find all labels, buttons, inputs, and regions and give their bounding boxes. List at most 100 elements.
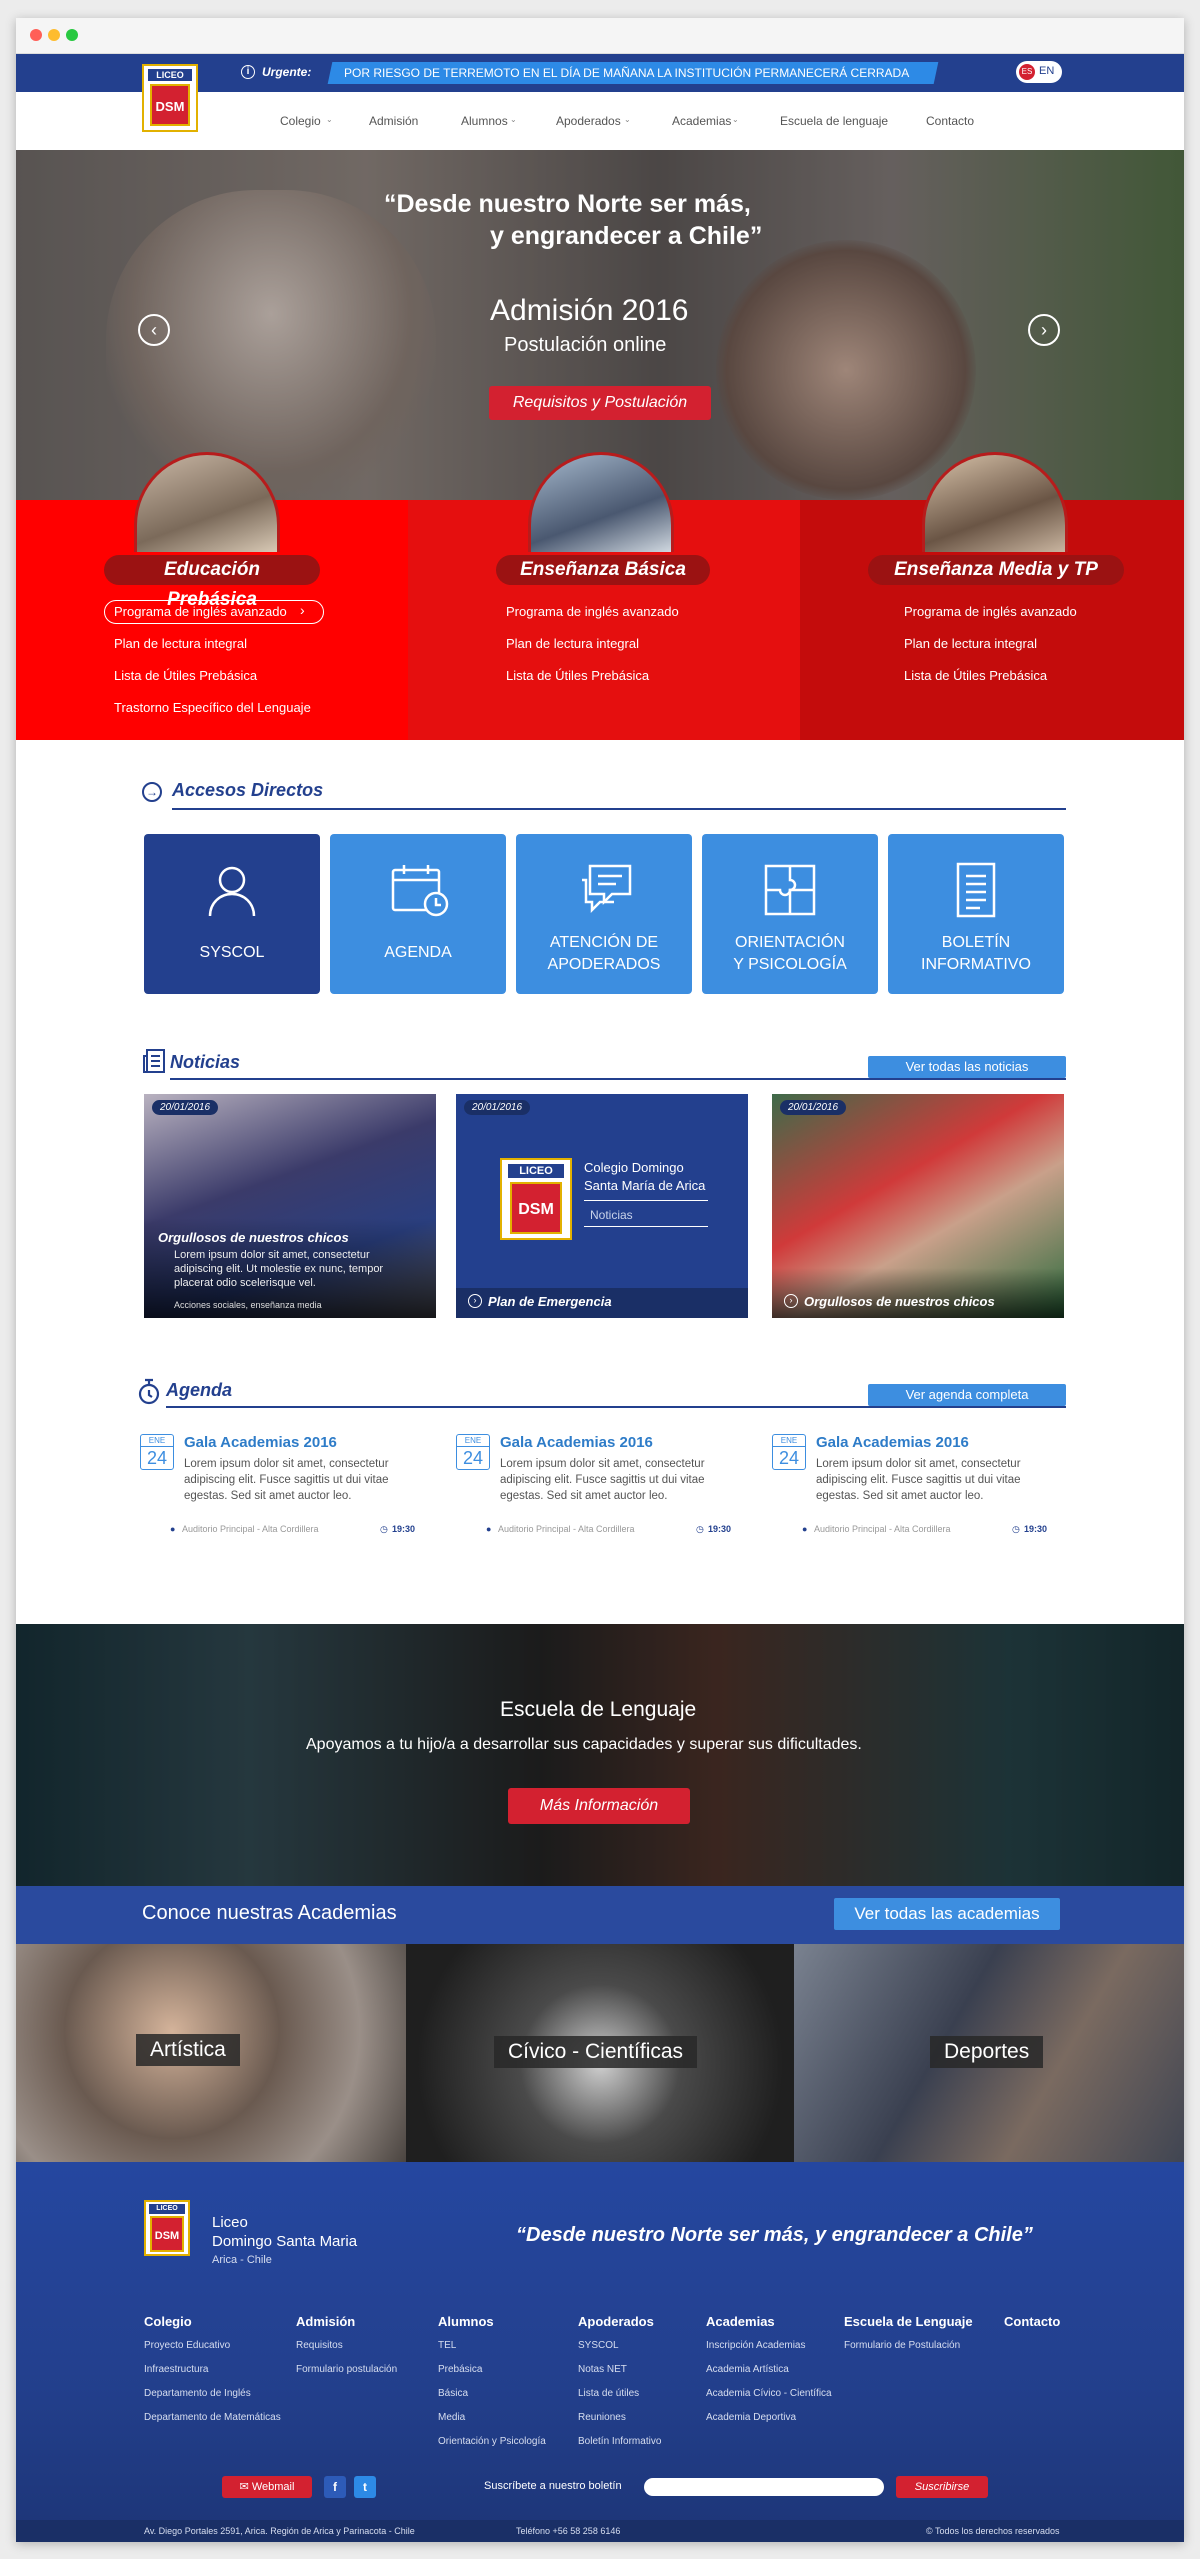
footer-link[interactable]: Reuniones [578, 2412, 626, 2423]
hero-cta-button[interactable]: Requisitos y Postulación [489, 386, 711, 420]
footer-link[interactable]: SYSCOL [578, 2340, 619, 2351]
tile-atencion-apoderados[interactable]: ATENCIÓN DE APODERADOS [516, 834, 692, 994]
footer-link[interactable]: TEL [438, 2340, 456, 2351]
academias-title: Conoce nuestras Academias [142, 1902, 397, 1924]
footer-column-title[interactable]: Contacto [1004, 2314, 1060, 2329]
slider-next-button[interactable]: › [1028, 314, 1060, 346]
news-section-label: Noticias [590, 1208, 633, 1222]
level-link[interactable]: Plan de lectura integral [506, 636, 639, 651]
footer-link[interactable]: Proyecto Educativo [144, 2340, 230, 2351]
button-label: Ver agenda completa [905, 1387, 1029, 1402]
footer-link[interactable]: Notas NET [578, 2364, 627, 2375]
level-link[interactable]: Lista de Útiles Prebásica [904, 668, 1047, 683]
news-card[interactable]: 20/01/2016 Orgullosos de nuestros chicos… [144, 1094, 436, 1318]
maximize-window-icon[interactable] [66, 29, 78, 41]
footer-link[interactable]: Formulario postulación [296, 2364, 397, 2375]
footer-link[interactable]: Departamento de Matemáticas [144, 2412, 281, 2423]
mas-informacion-button[interactable]: Más Información [508, 1788, 690, 1824]
minimize-window-icon[interactable] [48, 29, 60, 41]
news-card[interactable]: 20/01/2016 LICEO DSM Colegio Domingo San… [456, 1094, 748, 1318]
level-link[interactable]: Lista de Útiles Prebásica [506, 668, 649, 683]
tile-label: INFORMATIVO [921, 956, 1031, 973]
event-time: 19:30 [1024, 1524, 1048, 1534]
news-card[interactable]: 20/01/2016 › Orgullosos de nuestros chic… [772, 1094, 1064, 1318]
nav-item-contacto[interactable]: Contacto [926, 114, 974, 128]
event-time: 19:30 [392, 1524, 416, 1534]
ver-todas-academias-button[interactable]: Ver todas las academias [834, 1898, 1060, 1930]
clock-icon: ◷ [380, 1524, 388, 1534]
news-school-line2: Santa María de Arica [584, 1178, 706, 1193]
footer-link[interactable]: Academia Artística [706, 2364, 789, 2375]
level-link[interactable]: Lista de Útiles Prebásica [114, 668, 257, 683]
ver-agenda-completa-button[interactable]: Ver agenda completa [868, 1384, 1066, 1406]
banner-overlay [16, 1624, 1184, 1886]
footer-link[interactable]: Academia Deportiva [706, 2412, 796, 2423]
calendar-date-badge: ENE 24 [140, 1434, 174, 1470]
suscribirse-button[interactable]: Suscribirse [896, 2476, 988, 2498]
level-link[interactable]: Programa de inglés avanzado [114, 604, 287, 619]
level-link[interactable]: Programa de inglés avanzado [904, 604, 1077, 619]
academia-card-artistica[interactable]: Artística [16, 1944, 406, 2162]
level-link[interactable]: Plan de lectura integral [904, 636, 1037, 651]
level-link[interactable]: Plan de lectura integral [114, 636, 247, 651]
academia-label: Cívico - Científicas [494, 2036, 698, 2068]
nav-item-alumnos[interactable]: Alumnos [461, 114, 508, 128]
agenda-event[interactable]: ENE 24 Gala Academias 2016 Lorem ipsum do… [140, 1434, 430, 1544]
ver-todas-noticias-button[interactable]: Ver todas las noticias [868, 1056, 1066, 1078]
nav-item-apoderados[interactable]: Apoderados [556, 114, 621, 128]
event-time: 19:30 [708, 1524, 732, 1534]
footer-rights: © Todos los derechos reservados [926, 2526, 1060, 2536]
footer-link[interactable]: Formulario de Postulación [844, 2340, 960, 2351]
footer-link[interactable]: Requisitos [296, 2340, 343, 2351]
agenda-event[interactable]: ENE 24 Gala Academias 2016 Lorem ipsum do… [456, 1434, 746, 1544]
footer-link[interactable]: Academia Cívico - Científica [706, 2388, 832, 2399]
academia-card-deportes[interactable]: Deportes [794, 1944, 1184, 2162]
footer-link[interactable]: Infraestructura [144, 2364, 208, 2375]
footer-link[interactable]: Departamento de Inglés [144, 2388, 251, 2399]
event-location: Auditorio Principal - Alta Cordillera [182, 1524, 319, 1534]
tile-orientacion[interactable]: ORIENTACIÓN Y PSICOLOGÍA [702, 834, 878, 994]
footer-link[interactable]: Boletín Informativo [578, 2436, 661, 2447]
level-media-title[interactable]: Enseñanza Media y TP [868, 555, 1124, 585]
footer-link[interactable]: Básica [438, 2388, 468, 2399]
slider-prev-button[interactable]: ‹ [138, 314, 170, 346]
nav-item-colegio[interactable]: Colegio [280, 114, 321, 128]
close-window-icon[interactable] [30, 29, 42, 41]
level-prebasica-title[interactable]: Educación Prebásica [104, 555, 320, 610]
footer-link[interactable]: Media [438, 2412, 465, 2423]
logo-top-text: LICEO [508, 1164, 564, 1178]
facebook-icon[interactable]: f [324, 2476, 346, 2498]
lang-en-label[interactable]: EN [1039, 65, 1054, 77]
chevron-right-icon: › [468, 1294, 482, 1308]
nav-item-admision[interactable]: Admisión [369, 114, 418, 128]
twitter-icon[interactable]: t [354, 2476, 376, 2498]
school-logo[interactable]: LICEO DSM [144, 2200, 190, 2256]
tile-syscol[interactable]: SYSCOL [144, 834, 320, 994]
lang-es-badge[interactable]: ES [1019, 64, 1035, 80]
footer-link[interactable]: Lista de útiles [578, 2388, 639, 2399]
footer-link[interactable]: Prebásica [438, 2364, 482, 2375]
footer-column-title: Escuela de Lenguaje [844, 2314, 973, 2329]
arrow-circle-icon: → [142, 782, 162, 802]
tile-agenda[interactable]: AGENDA [330, 834, 506, 994]
nav-item-academias[interactable]: Academias [672, 114, 731, 128]
webmail-button[interactable]: ✉ Webmail [222, 2476, 312, 2498]
newsletter-email-input[interactable] [644, 2478, 884, 2496]
school-logo[interactable]: LICEO DSM [142, 64, 198, 132]
chevron-down-icon: ⌄ [624, 115, 631, 124]
level-link[interactable]: Trastorno Específico del Lenguaje [114, 700, 311, 715]
button-label: Más Información [539, 1797, 659, 1814]
level-basica-title[interactable]: Enseñanza Básica [496, 555, 710, 585]
tile-label: SYSCOL [199, 944, 265, 961]
footer-link[interactable]: Inscripción Academias [706, 2340, 806, 2351]
footer-phone: Teléfono +56 58 258 6146 [516, 2526, 621, 2536]
nav-item-escuela-lenguaje[interactable]: Escuela de lenguaje [780, 114, 888, 128]
location-pin-icon: ● [802, 1524, 808, 1534]
hero-quote-line2: y engrandecer a Chile” [490, 222, 763, 250]
chevron-down-icon: ⌄ [732, 115, 739, 124]
tile-boletin[interactable]: BOLETÍN INFORMATIVO [888, 834, 1064, 994]
level-link[interactable]: Programa de inglés avanzado [506, 604, 679, 619]
footer-link[interactable]: Orientación y Psicología [438, 2436, 546, 2447]
agenda-event[interactable]: ENE 24 Gala Academias 2016 Lorem ipsum do… [772, 1434, 1062, 1544]
academia-card-civico-cientificas[interactable]: Cívico - Científicas [406, 1944, 794, 2162]
